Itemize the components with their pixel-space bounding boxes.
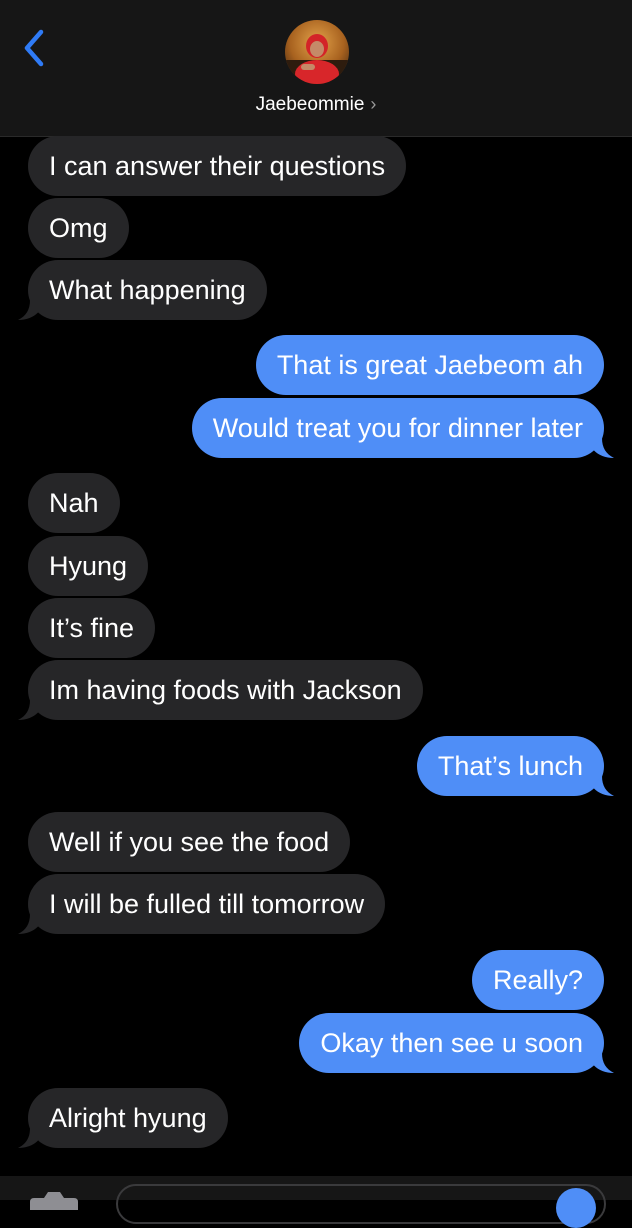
received-message-bubble[interactable]: I will be fulled till tomorrow (28, 874, 386, 934)
sent-message-bubble[interactable]: That’s lunch (416, 736, 604, 796)
received-message-bubble[interactable]: Nah (28, 473, 120, 533)
received-message-bubble[interactable]: I can answer their questions (28, 136, 407, 196)
bubble-tail-left (18, 700, 38, 720)
sent-message-bubble[interactable]: Would treat you for dinner later (191, 398, 604, 458)
avatar-photo (285, 20, 349, 84)
message-text: That’s lunch (437, 751, 583, 781)
contact-name-button[interactable]: Jaebeommie › (0, 94, 632, 116)
conversation-header: Jaebeommie › (0, 0, 632, 137)
message-input[interactable] (116, 1184, 606, 1224)
bubble-tail-right (594, 438, 614, 458)
received-message-bubble[interactable]: Omg (28, 198, 129, 258)
received-message-bubble[interactable]: It’s fine (28, 598, 156, 658)
message-text: Really? (492, 965, 583, 995)
message-text: I can answer their questions (49, 151, 386, 181)
message-text: That is great Jaebeom ah (276, 350, 583, 380)
sent-message-bubble[interactable]: Really? (471, 950, 604, 1010)
bubble-tail-right (594, 1053, 614, 1073)
message-text: It’s fine (49, 613, 135, 643)
compose-bar (0, 1176, 632, 1228)
message-text: Im having foods with Jackson (49, 675, 402, 705)
contact-name: Jaebeommie (255, 94, 365, 115)
bubble-tail-left (18, 914, 38, 934)
bubble-tail-right (594, 776, 614, 796)
bubble-tail-left (18, 300, 38, 320)
back-button[interactable] (14, 24, 54, 72)
message-text: Omg (49, 213, 108, 243)
message-text: Would treat you for dinner later (212, 413, 583, 443)
received-message-bubble[interactable]: What happening (28, 260, 267, 320)
message-text: Alright hyung (49, 1103, 207, 1133)
camera-icon[interactable] (26, 1190, 82, 1210)
chevron-right-icon: › (370, 94, 377, 114)
received-message-bubble[interactable]: Hyung (28, 536, 149, 596)
bubble-tail-left (18, 1128, 38, 1148)
sent-message-bubble[interactable]: Okay then see u soon (299, 1013, 604, 1073)
contact-avatar[interactable] (285, 20, 349, 84)
received-message-bubble[interactable]: Alright hyung (28, 1088, 228, 1148)
chevron-left-icon (24, 29, 44, 67)
message-text: Nah (49, 488, 99, 518)
message-text: I will be fulled till tomorrow (49, 889, 365, 919)
message-text: Hyung (49, 551, 128, 581)
received-message-bubble[interactable]: Well if you see the food (28, 812, 351, 872)
send-icon[interactable] (556, 1188, 596, 1228)
message-text: Okay then see u soon (320, 1028, 583, 1058)
sent-message-bubble[interactable]: That is great Jaebeom ah (255, 335, 604, 395)
received-message-bubble[interactable]: Im having foods with Jackson (28, 660, 423, 720)
message-text: What happening (49, 275, 246, 305)
message-text: Well if you see the food (49, 827, 330, 857)
